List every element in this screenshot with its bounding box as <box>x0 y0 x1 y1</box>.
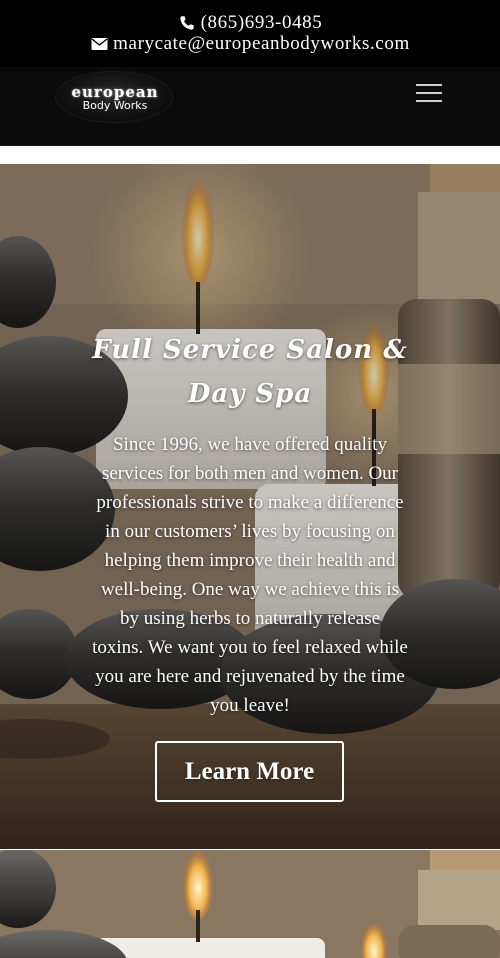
spa-stones-background-image-2 <box>0 850 500 958</box>
phone-link[interactable]: (865)693-0485 <box>0 12 500 34</box>
hamburger-menu-icon[interactable] <box>416 84 442 104</box>
main-header: european Body Works <box>0 67 500 146</box>
email-address: marycate@europeanbodyworks.com <box>113 33 410 54</box>
header-spacer <box>0 146 500 164</box>
logo-subtitle: Body Works <box>82 99 148 112</box>
envelope-icon <box>90 35 108 53</box>
hero-description: Since 1996, we have offered quality serv… <box>92 434 408 716</box>
site-logo[interactable]: european Body Works <box>55 71 173 123</box>
logo-wordmark: european <box>71 83 159 101</box>
email-link[interactable]: marycate@europeanbodyworks.com <box>0 33 500 55</box>
learn-more-button[interactable]: Learn More <box>155 741 344 802</box>
hero-title: Full Service Salon & Day Spa <box>92 335 408 409</box>
phone-icon <box>178 14 196 32</box>
next-section-background <box>0 849 500 958</box>
contact-bar: (865)693-0485 marycate@europeanbodyworks… <box>0 0 500 67</box>
hero-section: Full Service Salon & Day Spa Since 1996,… <box>0 164 500 849</box>
phone-number: (865)693-0485 <box>200 12 323 33</box>
